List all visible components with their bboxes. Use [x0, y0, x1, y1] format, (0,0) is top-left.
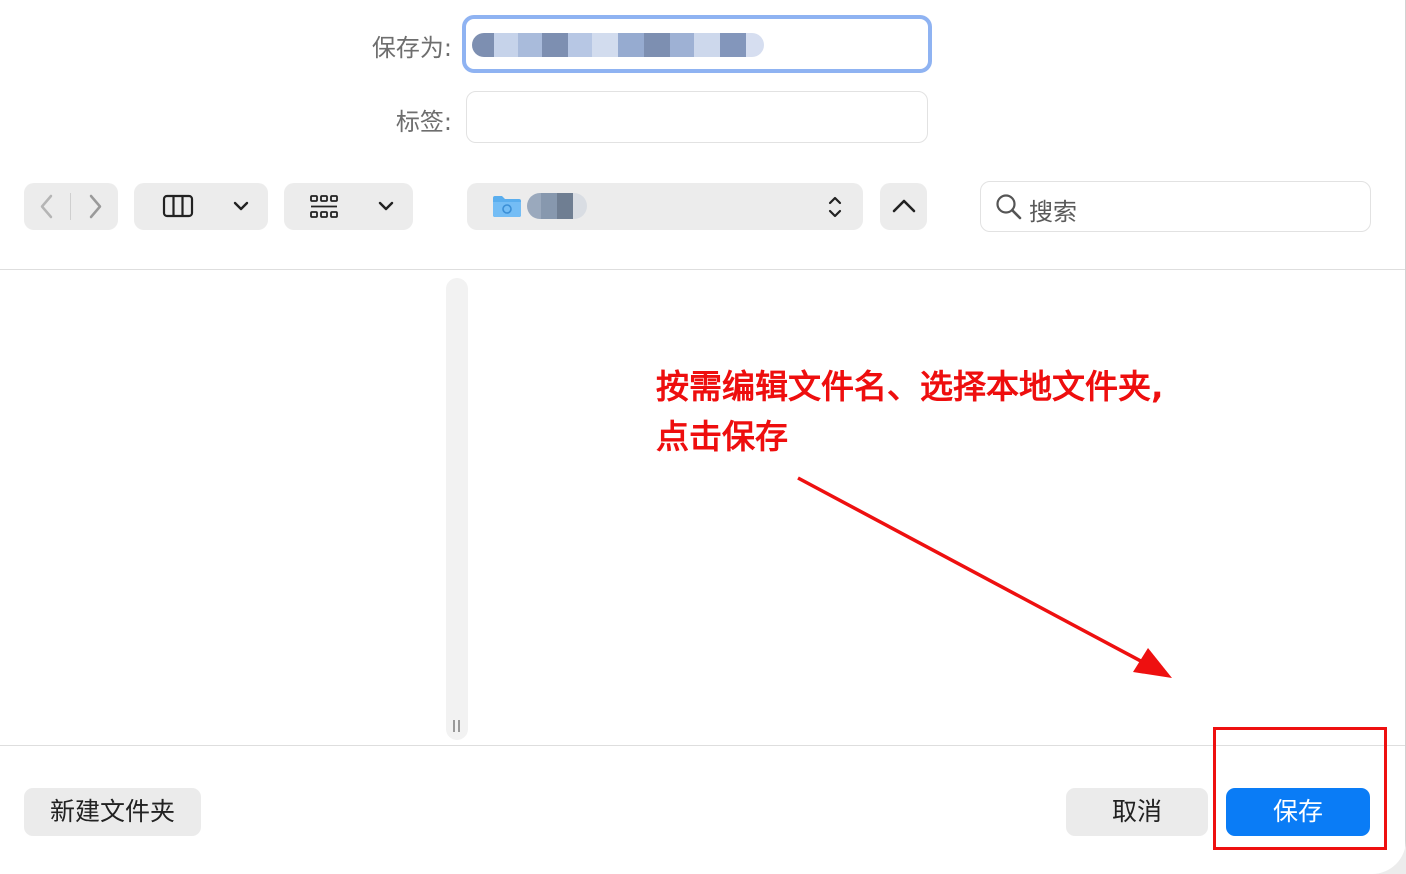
annotation-line-2: 点击保存	[656, 417, 788, 456]
new-folder-button[interactable]: 新建文件夹	[24, 788, 201, 836]
column-view-icon	[162, 194, 194, 218]
search-placeholder: 搜索	[1029, 198, 1077, 226]
annotation-arrow	[797, 476, 1172, 678]
view-mode-button[interactable]	[134, 183, 268, 230]
annotation-line-1: 按需编辑文件名、选择本地文件夹,	[656, 367, 1164, 406]
footer-divider	[0, 745, 1406, 746]
save-as-label: 保存为:	[371, 34, 452, 62]
save-dialog: 保存为: 标签: 搜索 按需编辑文件名、选择本地文件夹, 点击保存 新建文件夹 …	[0, 0, 1406, 874]
toolbar-divider	[0, 269, 1406, 270]
updown-chevron-icon	[828, 196, 842, 218]
instruction-annotation: 按需编辑文件名、选择本地文件夹, 点击保存	[656, 362, 1276, 462]
chevron-left-icon[interactable]	[36, 193, 58, 220]
browser-column-pane	[14, 285, 434, 545]
chevron-right-icon[interactable]	[84, 193, 106, 220]
chevron-down-icon	[233, 201, 249, 211]
location-popup[interactable]	[467, 183, 863, 230]
chevron-up-icon	[892, 199, 916, 213]
icon-grid-icon	[310, 195, 338, 218]
expand-collapse-button[interactable]	[880, 183, 927, 230]
folder-icon	[493, 196, 521, 217]
location-name-blurred	[527, 193, 587, 219]
filename-blurred-text	[472, 33, 764, 57]
back-forward-control	[24, 183, 118, 230]
filename-input[interactable]	[462, 15, 932, 73]
search-icon	[996, 194, 1022, 220]
cancel-button[interactable]: 取消	[1066, 788, 1208, 836]
group-mode-button[interactable]	[284, 183, 413, 230]
column-scrollbar[interactable]	[446, 278, 468, 740]
tags-input[interactable]	[466, 91, 928, 143]
tags-label: 标签:	[395, 108, 452, 136]
chevron-down-icon	[378, 201, 394, 211]
search-field[interactable]: 搜索	[980, 181, 1371, 232]
save-button-highlight	[1213, 727, 1387, 850]
